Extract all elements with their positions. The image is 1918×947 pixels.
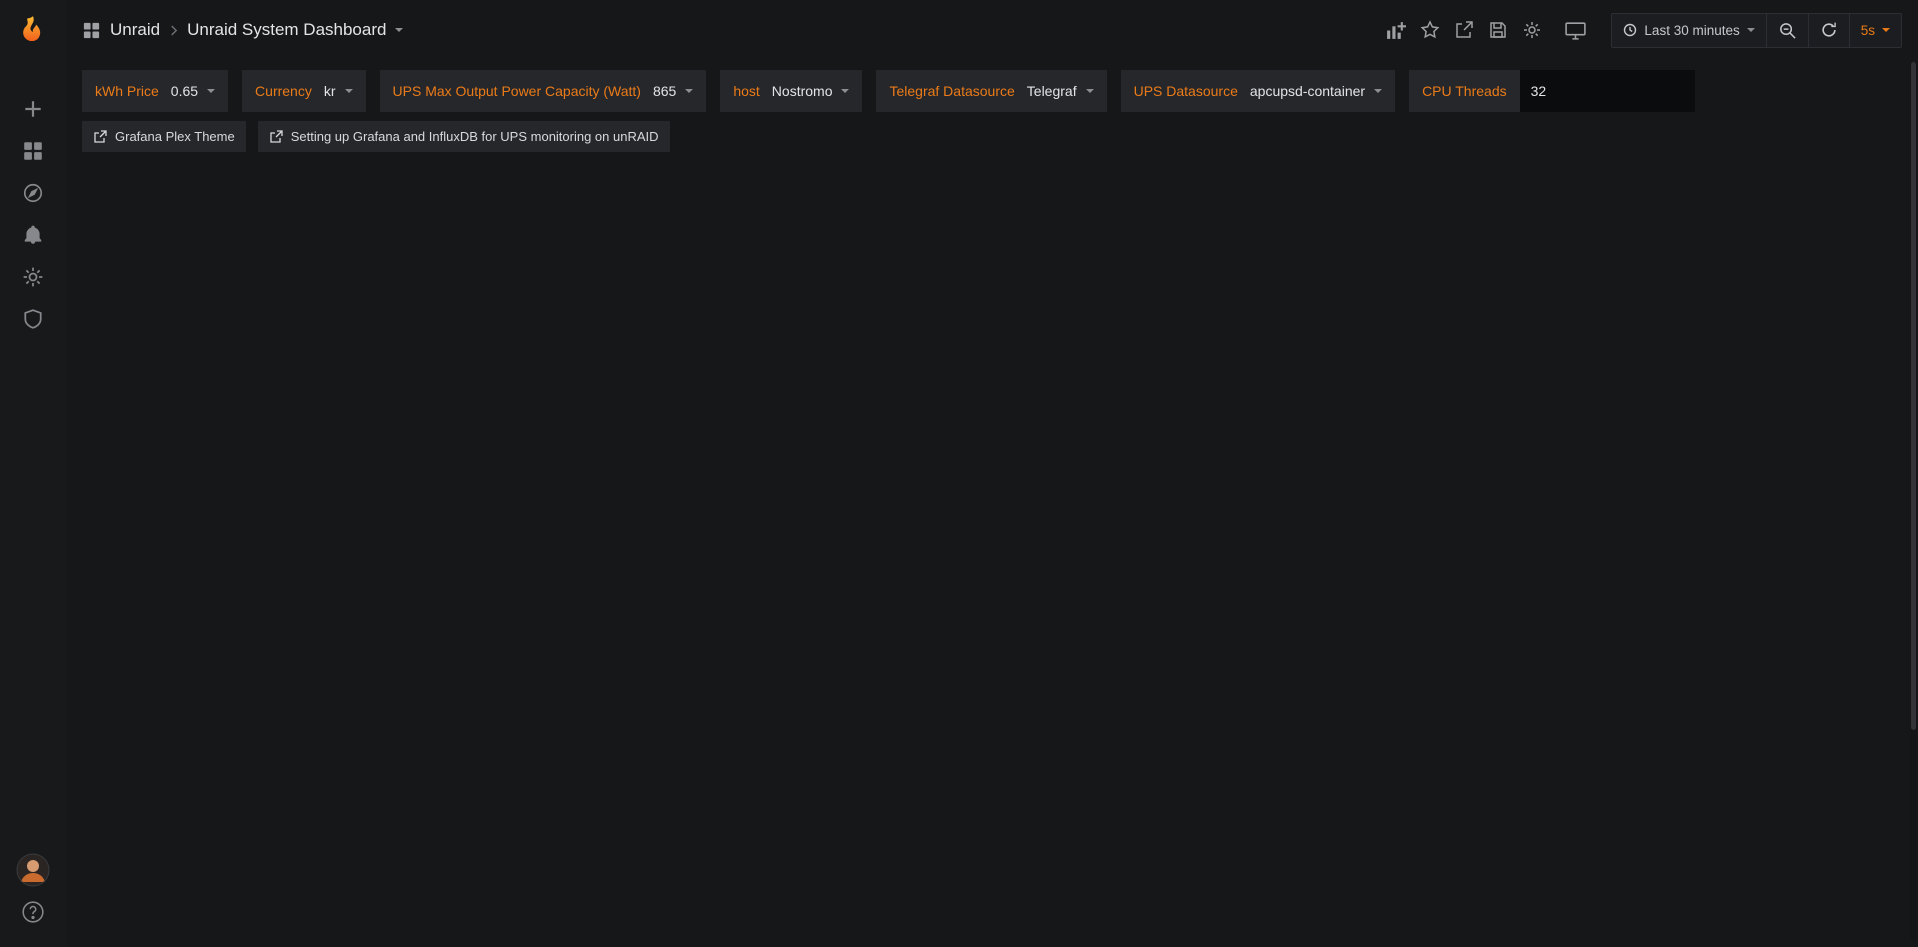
- variable-ups-datasource: UPS Datasource apcupsd-container: [1121, 70, 1395, 112]
- variable-host: host Nostromo: [720, 70, 862, 112]
- configuration-gear-icon[interactable]: [11, 256, 55, 298]
- variable-label: UPS Datasource: [1134, 83, 1238, 99]
- variable-value-dropdown[interactable]: 865: [653, 83, 693, 99]
- create-icon[interactable]: [11, 88, 55, 130]
- explore-icon[interactable]: [11, 172, 55, 214]
- grafana-logo[interactable]: [11, 10, 55, 52]
- share-dashboard-button[interactable]: [1454, 20, 1474, 40]
- breadcrumb-folder[interactable]: Unraid: [110, 20, 160, 40]
- dropdown-caret-icon: [345, 89, 353, 93]
- help-icon[interactable]: [11, 891, 55, 933]
- user-avatar[interactable]: [11, 849, 55, 891]
- variable-ups-max-output: UPS Max Output Power Capacity (Watt) 865: [380, 70, 707, 112]
- time-range-caret-icon: [1747, 28, 1755, 32]
- dropdown-caret-icon: [1374, 89, 1382, 93]
- dropdown-caret-icon: [685, 89, 693, 93]
- breadcrumb-separator-icon: [169, 24, 178, 37]
- refresh-button[interactable]: [1808, 14, 1849, 47]
- template-variables: kWh Price 0.65 Currency kr UPS Max Outpu…: [82, 70, 1902, 112]
- top-navbar: Unraid Unraid System Dashboard: [66, 0, 1918, 60]
- variable-currency: Currency kr: [242, 70, 365, 112]
- save-dashboard-button[interactable]: [1488, 20, 1508, 40]
- link-ups-monitoring-guide[interactable]: Setting up Grafana and InfluxDB for UPS …: [258, 121, 670, 152]
- variable-label: host: [733, 83, 759, 99]
- refresh-caret-icon: [1882, 28, 1890, 32]
- time-controls: Last 30 minutes 5s: [1611, 13, 1902, 48]
- dashboards-icon[interactable]: [11, 130, 55, 172]
- star-dashboard-button[interactable]: [1420, 20, 1440, 40]
- variable-label: Telegraf Datasource: [889, 83, 1014, 99]
- dashboard-body: UPS Stats UPS Load % Last 12 hours Perce…: [66, 152, 98, 155]
- variable-label: Currency: [255, 83, 312, 99]
- dropdown-caret-icon: [1086, 89, 1094, 93]
- cpu-threads-input[interactable]: [1520, 70, 1695, 112]
- time-range-label: Last 30 minutes: [1644, 23, 1739, 38]
- refresh-interval-label: 5s: [1861, 23, 1875, 38]
- dropdown-caret-icon: [207, 89, 215, 93]
- dropdown-caret-icon: [841, 89, 849, 93]
- dashboard-submenu: kWh Price 0.65 Currency kr UPS Max Outpu…: [66, 60, 1918, 152]
- variable-value-dropdown[interactable]: 0.65: [171, 83, 215, 99]
- add-panel-button[interactable]: [1385, 20, 1406, 41]
- dashboard-title[interactable]: Unraid System Dashboard: [187, 20, 386, 40]
- clock-icon: [1623, 23, 1637, 37]
- external-link-icon: [93, 130, 107, 144]
- external-link-icon: [269, 130, 283, 144]
- time-range-picker[interactable]: Last 30 minutes: [1612, 14, 1765, 47]
- variable-label: UPS Max Output Power Capacity (Watt): [393, 83, 641, 99]
- refresh-interval-picker[interactable]: 5s: [1849, 14, 1901, 47]
- cycle-view-mode-button[interactable]: [1564, 20, 1587, 41]
- zoom-out-button[interactable]: [1766, 14, 1808, 47]
- link-grafana-plex-theme[interactable]: Grafana Plex Theme: [82, 121, 246, 152]
- variable-label: CPU Threads: [1409, 70, 1520, 112]
- variable-cpu-threads: CPU Threads: [1409, 70, 1695, 112]
- navbar-actions: Last 30 minutes 5s: [1385, 13, 1902, 48]
- variable-value-dropdown[interactable]: kr: [324, 83, 353, 99]
- variable-value-dropdown[interactable]: Telegraf: [1027, 83, 1094, 99]
- variable-value-dropdown[interactable]: apcupsd-container: [1250, 83, 1382, 99]
- variable-label: kWh Price: [95, 83, 159, 99]
- variable-telegraf-datasource: Telegraf Datasource Telegraf: [876, 70, 1106, 112]
- server-admin-shield-icon[interactable]: [11, 298, 55, 340]
- dashboard-settings-button[interactable]: [1522, 20, 1542, 40]
- alerting-icon[interactable]: [11, 214, 55, 256]
- variable-kwh-price: kWh Price 0.65: [82, 70, 228, 112]
- dashboard-grid-icon: [82, 21, 101, 40]
- breadcrumb: Unraid Unraid System Dashboard: [82, 20, 403, 40]
- title-caret-icon: [395, 28, 403, 32]
- sidebar: [0, 0, 66, 947]
- dashboard-links: Grafana Plex Theme Setting up Grafana an…: [82, 121, 1902, 152]
- grafana-flame-icon: [16, 14, 50, 48]
- variable-value-dropdown[interactable]: Nostromo: [772, 83, 850, 99]
- page-scrollbar[interactable]: [1910, 62, 1917, 941]
